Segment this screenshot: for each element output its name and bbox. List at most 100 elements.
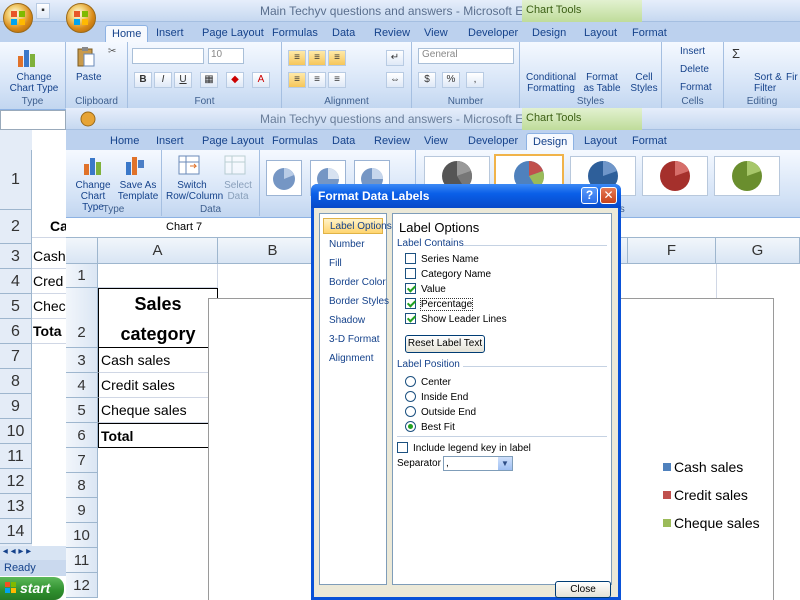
back-font-size-input[interactable]: 10	[208, 48, 244, 64]
legend-entry-cheque-sales[interactable]: Cheque sales	[663, 515, 760, 531]
italic-icon[interactable]: I	[154, 72, 172, 88]
front-tab-review[interactable]: Review	[368, 133, 416, 150]
cell-a2-header[interactable]: Sales category	[98, 288, 218, 348]
include-legend-key-checkbox-row[interactable]: Include legend key in label	[397, 442, 531, 456]
front-tab-data[interactable]: Data	[326, 133, 361, 150]
insert-cells-button[interactable]: Insert	[680, 46, 705, 57]
underline-icon[interactable]: U	[174, 72, 192, 88]
name-box[interactable]: Chart 7	[166, 221, 202, 233]
back-tab-home[interactable]: Home	[105, 25, 149, 42]
cell-styles-button[interactable]: Cell Styles	[628, 72, 660, 94]
center-radio-row[interactable]: Center	[405, 376, 451, 390]
row-header-7[interactable]: 7	[66, 448, 98, 473]
cell-a1[interactable]	[98, 264, 218, 288]
cell-a6[interactable]: Total	[98, 423, 218, 448]
series-name-checkbox[interactable]	[405, 253, 416, 264]
select-all-corner[interactable]	[66, 238, 98, 264]
select-data-button[interactable]: Select Data	[222, 180, 254, 202]
font-color-icon[interactable]: A	[252, 72, 270, 88]
paste-icon[interactable]	[76, 46, 96, 68]
align-center-icon[interactable]: ≡	[308, 72, 326, 88]
reset-label-text-button[interactable]: Reset Label Text	[405, 335, 485, 353]
back-number-format-select[interactable]: General	[418, 48, 514, 64]
front-tab-format[interactable]: Format	[626, 133, 673, 150]
nav-number[interactable]: Number	[323, 237, 383, 253]
save-icon[interactable]: ▪	[36, 3, 50, 19]
percent-icon[interactable]: %	[442, 72, 460, 88]
back-tab-format[interactable]: Format	[626, 25, 673, 42]
chart-style-green-icon[interactable]	[714, 156, 780, 196]
nav-shadow[interactable]: Shadow	[323, 313, 383, 329]
nav-label-options[interactable]: Label Options	[323, 218, 392, 234]
chart-style-red-icon[interactable]	[642, 156, 708, 196]
center-radio[interactable]	[405, 376, 416, 387]
cut-icon[interactable]: ✂	[108, 46, 116, 57]
back-tab-view[interactable]: View	[418, 25, 454, 42]
back-cell-a6[interactable]: Tota	[32, 319, 66, 344]
back-tab-formulas[interactable]: Formulas	[266, 25, 324, 42]
nav-border-styles[interactable]: Border Styles	[323, 294, 389, 310]
chart-layout-1-icon[interactable]	[266, 160, 302, 196]
save-as-template-button[interactable]: Save As Template	[116, 180, 160, 202]
front-office-mini-icon[interactable]	[80, 111, 96, 127]
autosum-icon[interactable]: Σ	[732, 46, 740, 61]
front-tab-layout[interactable]: Layout	[578, 133, 623, 150]
back-tab-layout[interactable]: Layout	[578, 25, 623, 42]
percentage-checkbox[interactable]	[405, 298, 416, 309]
cell-a5[interactable]: Cheque sales	[98, 398, 218, 423]
format-cells-button[interactable]: Format	[680, 82, 712, 93]
best-fit-radio[interactable]	[405, 421, 416, 432]
help-icon[interactable]: ?	[581, 187, 598, 204]
row-header-8[interactable]: 8	[66, 473, 98, 498]
nav-3d-format[interactable]: 3-D Format	[323, 332, 383, 348]
inside-end-radio-row[interactable]: Inside End	[405, 391, 468, 405]
show-leader-lines-checkbox-row[interactable]: Show Leader Lines	[405, 313, 507, 327]
back-row-13[interactable]: 13	[0, 494, 32, 519]
row-header-5[interactable]: 5	[66, 398, 98, 423]
row-header-2[interactable]: 2	[66, 288, 98, 348]
column-header-g[interactable]: G	[716, 238, 800, 264]
front-tab-developer[interactable]: Developer	[462, 133, 524, 150]
find-select-button[interactable]: Fir	[786, 72, 798, 83]
merge-center-icon[interactable]: ⇔	[386, 72, 404, 88]
front-tab-page-layout[interactable]: Page Layout	[196, 133, 270, 150]
back-row-4[interactable]: 4	[0, 269, 32, 294]
back-cell-a4[interactable]: Cred	[32, 269, 66, 294]
front-tab-insert[interactable]: Insert	[150, 133, 190, 150]
column-header-a[interactable]: A	[98, 238, 218, 264]
back-row-10[interactable]: 10	[0, 419, 32, 444]
back-cell-a3[interactable]: Cash	[32, 244, 66, 269]
best-fit-radio-row[interactable]: Best Fit	[405, 421, 455, 435]
separator-select[interactable]: , ▼	[443, 456, 513, 471]
cell-a3[interactable]: Cash sales	[98, 348, 218, 373]
back-paste-button[interactable]: Paste	[76, 72, 102, 83]
align-middle-icon[interactable]: ≡	[308, 50, 326, 66]
row-header-12[interactable]: 12	[66, 573, 98, 598]
back-cell-a2[interactable]: Ca	[32, 214, 66, 238]
back-office-button[interactable]	[3, 3, 33, 33]
row-header-10[interactable]: 10	[66, 523, 98, 548]
close-icon[interactable]: ✕	[600, 187, 617, 204]
fill-color-icon[interactable]: ◆	[226, 72, 244, 88]
back-change-chart-type-button[interactable]: Change Chart Type	[4, 72, 64, 94]
back-row-2[interactable]: 2	[0, 210, 32, 244]
inside-end-radio[interactable]	[405, 391, 416, 402]
back-row-11[interactable]: 11	[0, 444, 32, 469]
row-header-4[interactable]: 4	[66, 373, 98, 398]
back-tab-developer[interactable]: Developer	[462, 25, 524, 42]
comma-icon[interactable]: ,	[466, 72, 484, 88]
conditional-formatting-button[interactable]: Conditional Formatting	[526, 72, 576, 94]
back-tab-insert[interactable]: Insert	[150, 25, 190, 42]
currency-icon[interactable]: $	[418, 72, 436, 88]
back-row-12[interactable]: 12	[0, 469, 32, 494]
back-row-7[interactable]: 7	[0, 344, 32, 369]
sort-filter-button[interactable]: Sort & Filter	[754, 72, 782, 94]
nav-alignment[interactable]: Alignment	[323, 351, 383, 367]
delete-cells-button[interactable]: Delete	[680, 64, 709, 75]
value-checkbox-row[interactable]: Value	[405, 283, 446, 297]
back-row-5[interactable]: 5	[0, 294, 32, 319]
back-row-8[interactable]: 8	[0, 369, 32, 394]
back-row-3[interactable]: 3	[0, 244, 32, 269]
align-left-icon[interactable]: ≡	[288, 72, 306, 88]
row-header-9[interactable]: 9	[66, 498, 98, 523]
